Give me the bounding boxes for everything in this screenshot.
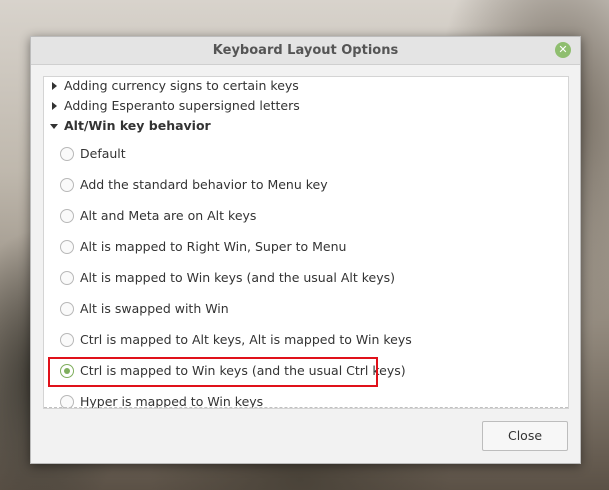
- close-window-icon[interactable]: ✕: [555, 42, 571, 58]
- option-label: Hyper is mapped to Win keys: [80, 394, 264, 409]
- group-esperanto-letters[interactable]: Adding Esperanto supersigned letters: [44, 96, 568, 116]
- radio-button[interactable]: [60, 395, 74, 408]
- option-hyper-to-win[interactable]: Hyper is mapped to Win keys: [44, 390, 568, 409]
- highlight-box: [48, 357, 378, 387]
- group-label: Adding currency signs to certain keys: [64, 78, 299, 93]
- option-label: Alt and Meta are on Alt keys: [80, 208, 257, 223]
- expand-arrow-icon[interactable]: [52, 82, 57, 90]
- expand-arrow-icon[interactable]: [52, 102, 57, 110]
- option-label: Ctrl is mapped to Alt keys, Alt is mappe…: [80, 332, 412, 347]
- close-button[interactable]: Close: [482, 421, 568, 451]
- group-currency-signs[interactable]: Adding currency signs to certain keys: [44, 77, 568, 96]
- option-label: Alt is mapped to Win keys (and the usual…: [80, 270, 395, 285]
- option-alt-meta[interactable]: Alt and Meta are on Alt keys: [44, 204, 568, 228]
- option-default[interactable]: Default: [44, 142, 568, 166]
- option-label: Alt is swapped with Win: [80, 301, 229, 316]
- title-bar: Keyboard Layout Options ✕: [31, 37, 580, 65]
- option-menu-key[interactable]: Add the standard behavior to Menu key: [44, 173, 568, 197]
- option-alt-to-win[interactable]: Alt is mapped to Win keys (and the usual…: [44, 266, 568, 290]
- radio-button[interactable]: [60, 333, 74, 347]
- option-alt-swapped-win[interactable]: Alt is swapped with Win: [44, 297, 568, 321]
- option-label: Alt is mapped to Right Win, Super to Men…: [80, 239, 347, 254]
- radio-button[interactable]: [60, 302, 74, 316]
- group-label: Alt/Win key behavior: [64, 118, 211, 133]
- option-ctrl-alt-win[interactable]: Ctrl is mapped to Alt keys, Alt is mappe…: [44, 328, 568, 352]
- option-label: Add the standard behavior to Menu key: [80, 177, 328, 192]
- group-alt-win-key-behavior[interactable]: Alt/Win key behavior: [44, 116, 568, 136]
- collapse-arrow-icon[interactable]: [50, 124, 58, 129]
- options-tree[interactable]: Adding currency signs to certain keys Ad…: [43, 76, 569, 409]
- radio-button[interactable]: [60, 240, 74, 254]
- radio-button[interactable]: [60, 178, 74, 192]
- radio-button[interactable]: [60, 209, 74, 223]
- radio-button[interactable]: [60, 271, 74, 285]
- keyboard-layout-options-dialog: Keyboard Layout Options ✕ Adding currenc…: [30, 36, 581, 464]
- window-title: Keyboard Layout Options: [212, 43, 399, 58]
- option-label: Default: [80, 146, 126, 161]
- radio-button[interactable]: [60, 147, 74, 161]
- group-label: Adding Esperanto supersigned letters: [64, 98, 300, 113]
- option-alt-right-win[interactable]: Alt is mapped to Right Win, Super to Men…: [44, 235, 568, 259]
